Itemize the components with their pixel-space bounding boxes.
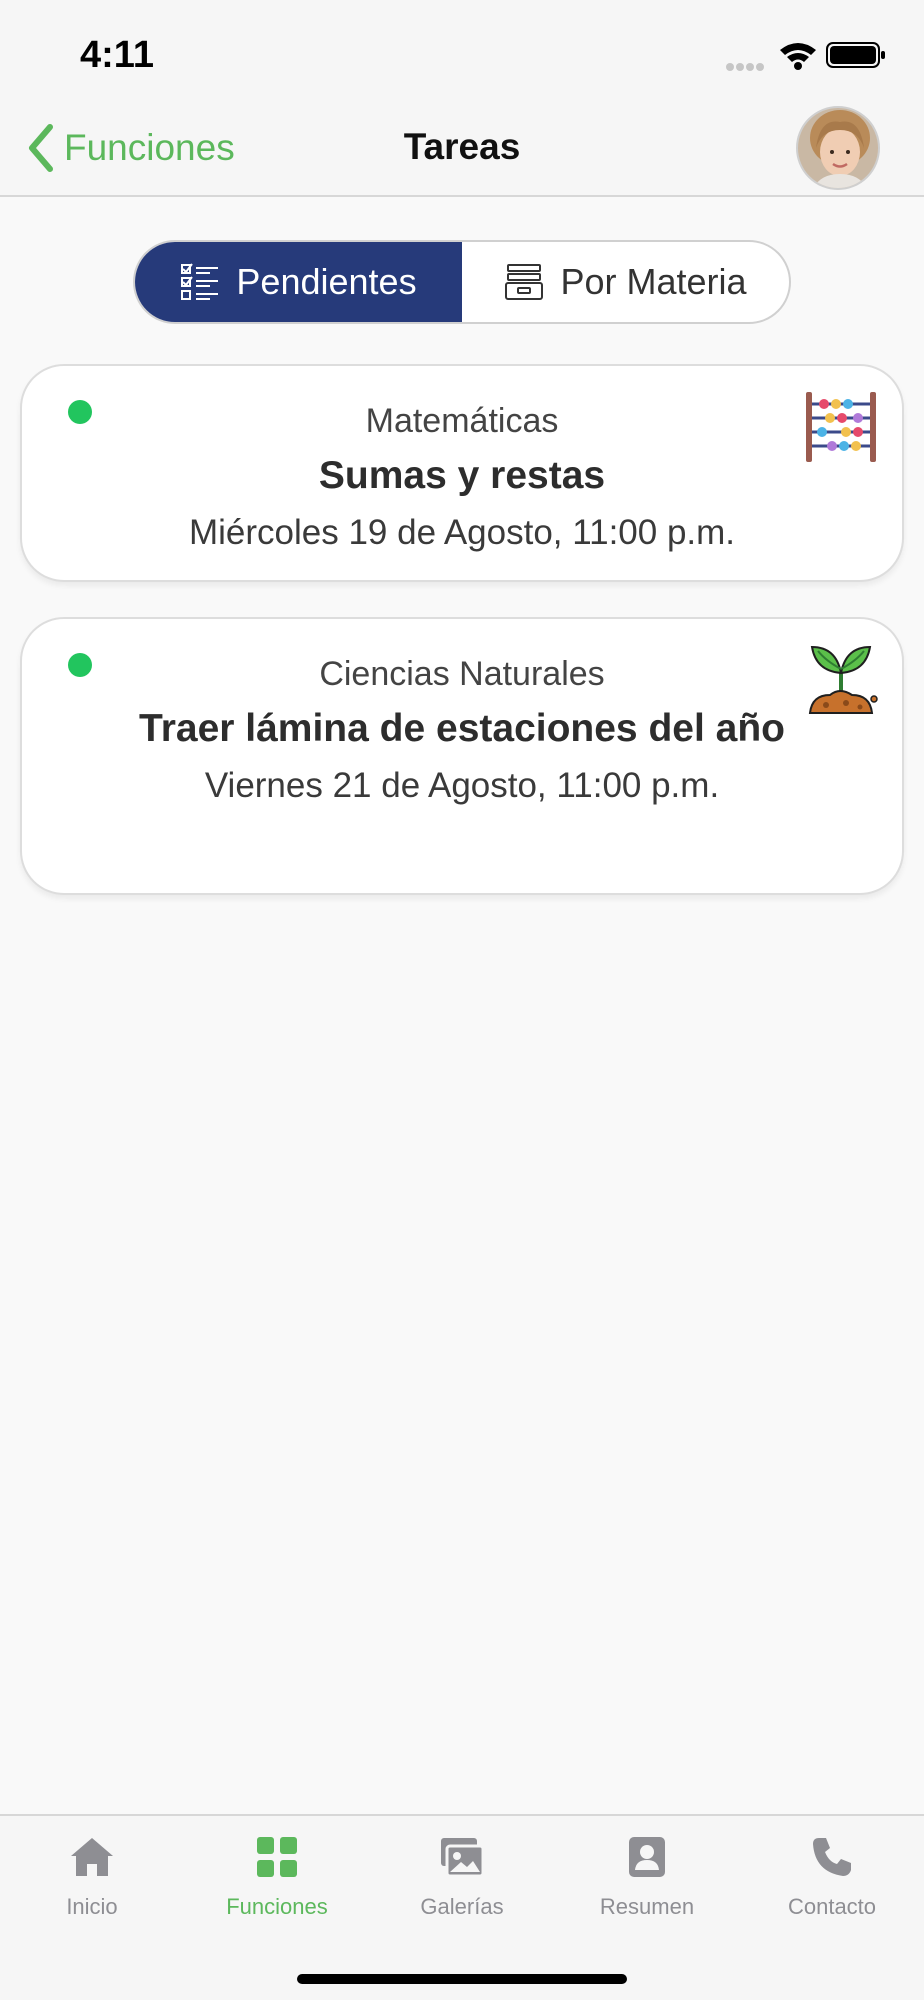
tab-label: Galerías <box>420 1894 504 1919</box>
navigation-bar: Funciones Tareas <box>0 100 924 197</box>
segment-label: Pendientes <box>236 261 417 302</box>
task-title: Traer lámina de estaciones del año <box>139 707 785 750</box>
segmented-control: Pendientes Por Materia <box>133 240 791 324</box>
task-due-date: Miércoles 19 de Agosto, 11:00 p.m. <box>188 513 736 552</box>
checklist-icon <box>181 263 219 300</box>
task-due-date: Viernes 21 de Agosto, 11:00 p.m. <box>204 766 720 805</box>
segment-label: Por Materia <box>560 261 747 302</box>
page-title: Tareas <box>403 126 521 167</box>
archive-box-icon <box>505 264 544 300</box>
segment-por-materia[interactable]: Por Materia <box>462 242 789 322</box>
tab-inicio[interactable]: Inicio <box>0 1834 184 1944</box>
status-dot <box>68 400 92 424</box>
task-card[interactable]: Matemáticas Sumas y restas Miércoles 19 … <box>20 364 904 582</box>
tab-galerias[interactable]: Galerías <box>370 1834 554 1944</box>
tab-contacto[interactable]: Contacto <box>740 1834 924 1944</box>
wifi-icon <box>780 43 816 70</box>
task-title: Sumas y restas <box>318 454 606 497</box>
status-dot <box>68 653 92 677</box>
tab-funciones[interactable]: Funciones <box>185 1834 369 1944</box>
grid-icon <box>257 1837 297 1877</box>
status-bar: 4:11 <box>0 0 924 100</box>
task-subject: Matemáticas <box>365 402 559 440</box>
gallery-icon <box>441 1838 485 1878</box>
cellular-signal-icon <box>726 58 768 71</box>
home-icon <box>71 1838 113 1876</box>
tareas-screen: 4:11 Funciones Tareas Pendientes Por Mat… <box>0 0 924 2000</box>
task-card[interactable]: Ciencias Naturales Traer lámina de estac… <box>20 617 904 895</box>
tab-label: Inicio <box>66 1894 118 1919</box>
seedling-icon <box>808 645 878 714</box>
avatar-photo <box>798 108 878 188</box>
task-subject: Ciencias Naturales <box>319 655 605 693</box>
segment-pendientes[interactable]: Pendientes <box>135 242 462 322</box>
tab-resumen[interactable]: Resumen <box>555 1834 739 1944</box>
battery-icon <box>826 42 885 68</box>
tab-label: Contacto <box>787 1894 877 1919</box>
profile-card-icon <box>629 1837 665 1877</box>
tab-bar: Inicio Funciones Galerías Resumen Contac… <box>0 1814 924 2000</box>
tab-label: Resumen <box>599 1894 695 1919</box>
avatar[interactable] <box>796 106 880 190</box>
status-time: 4:11 <box>80 34 154 76</box>
phone-icon <box>813 1838 851 1876</box>
tab-label: Funciones <box>226 1894 328 1919</box>
abacus-icon <box>806 392 876 462</box>
home-indicator <box>297 1974 627 1984</box>
